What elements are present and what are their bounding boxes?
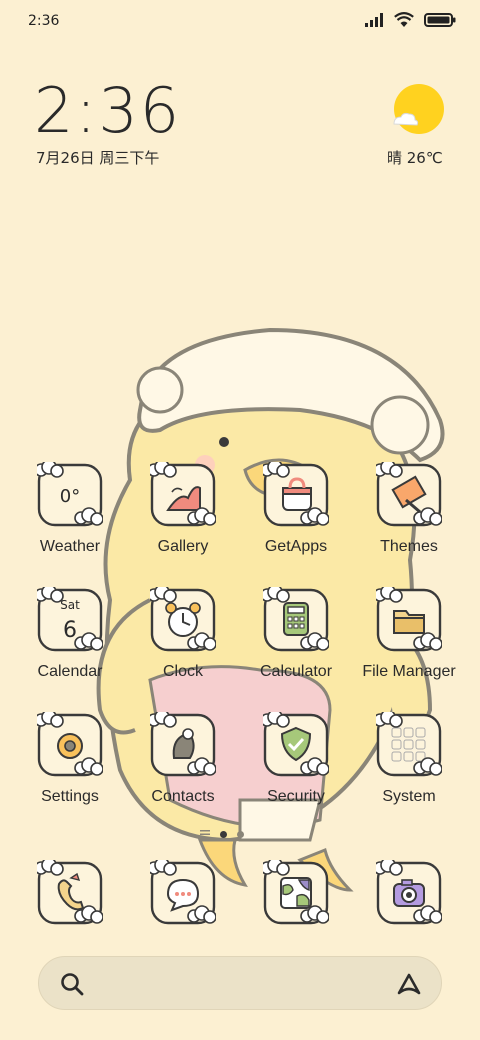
- signal-icon: [365, 13, 383, 27]
- calculator-icon[interactable]: [263, 587, 329, 653]
- weather-widget-text[interactable]: 晴 26℃: [387, 147, 443, 168]
- app-weather[interactable]: 0° Weather: [20, 462, 120, 572]
- app-label: Calculator: [259, 663, 333, 680]
- weather-tile-temp: 0°: [60, 486, 80, 507]
- dock-camera[interactable]: [359, 860, 459, 930]
- contacts-icon[interactable]: [150, 712, 216, 778]
- app-themes[interactable]: Themes: [359, 462, 459, 572]
- system-folder-icon[interactable]: [376, 712, 442, 778]
- calendar-icon[interactable]: Sat 6: [37, 587, 103, 653]
- app-label: Calendar: [37, 663, 103, 680]
- page-indicator[interactable]: [200, 829, 244, 839]
- assistant-icon[interactable]: [395, 971, 423, 997]
- app-settings[interactable]: Settings: [20, 712, 120, 822]
- search-bar[interactable]: [38, 956, 442, 1010]
- app-gallery[interactable]: Gallery: [133, 462, 233, 572]
- shield-icon[interactable]: [263, 712, 329, 778]
- app-label: Security: [267, 788, 325, 805]
- app-getapps[interactable]: GetApps: [246, 462, 346, 572]
- app-calculator[interactable]: Calculator: [246, 587, 346, 697]
- status-icons: [364, 12, 456, 28]
- search-icon[interactable]: [59, 971, 85, 997]
- app-label: System: [382, 788, 436, 805]
- gear-icon[interactable]: [37, 712, 103, 778]
- app-label: Weather: [39, 538, 101, 555]
- wifi-icon: [394, 12, 414, 27]
- app-label: Settings: [41, 788, 99, 805]
- app-label: Contacts: [151, 788, 215, 805]
- sunny-cloud-icon[interactable]: [392, 84, 444, 136]
- folder-icon[interactable]: [376, 587, 442, 653]
- themes-brush-icon[interactable]: [376, 462, 442, 528]
- status-time: 2:36: [28, 13, 60, 29]
- browser-icon[interactable]: [263, 860, 329, 926]
- page-dot[interactable]: [237, 830, 244, 838]
- page-list-icon[interactable]: [200, 829, 210, 839]
- gallery-icon[interactable]: [150, 462, 216, 528]
- clock-widget-date[interactable]: 7月26日 周三下午: [36, 147, 159, 168]
- clock-widget-time[interactable]: 2:36: [34, 74, 181, 147]
- calendar-tile-day: Sat: [60, 598, 80, 612]
- app-label: GetApps: [264, 538, 328, 555]
- status-bar: 2:36: [0, 0, 480, 42]
- camera-icon[interactable]: [376, 860, 442, 926]
- alarm-clock-icon[interactable]: [150, 587, 216, 653]
- app-file-manager[interactable]: File Manager: [359, 587, 459, 697]
- app-label: File Manager: [362, 663, 456, 680]
- battery-icon: [424, 13, 456, 27]
- app-contacts[interactable]: Contacts: [133, 712, 233, 822]
- calendar-tile-date: 6: [63, 618, 77, 643]
- dock-phone[interactable]: [20, 860, 120, 930]
- app-label: Themes: [380, 538, 438, 555]
- app-clock[interactable]: Clock: [133, 587, 233, 697]
- phone-icon[interactable]: [37, 860, 103, 926]
- dock-messages[interactable]: [133, 860, 233, 930]
- app-security[interactable]: Security: [246, 712, 346, 822]
- page-dot-active[interactable]: [220, 830, 227, 838]
- getapps-bag-icon[interactable]: [263, 462, 329, 528]
- weather-icon[interactable]: 0°: [37, 462, 103, 528]
- dock-browser[interactable]: [246, 860, 346, 930]
- app-label: Gallery: [157, 538, 209, 555]
- app-label: Clock: [162, 663, 203, 680]
- messages-icon[interactable]: [150, 860, 216, 926]
- app-system[interactable]: System: [359, 712, 459, 822]
- app-calendar[interactable]: Sat 6 Calendar: [20, 587, 120, 697]
